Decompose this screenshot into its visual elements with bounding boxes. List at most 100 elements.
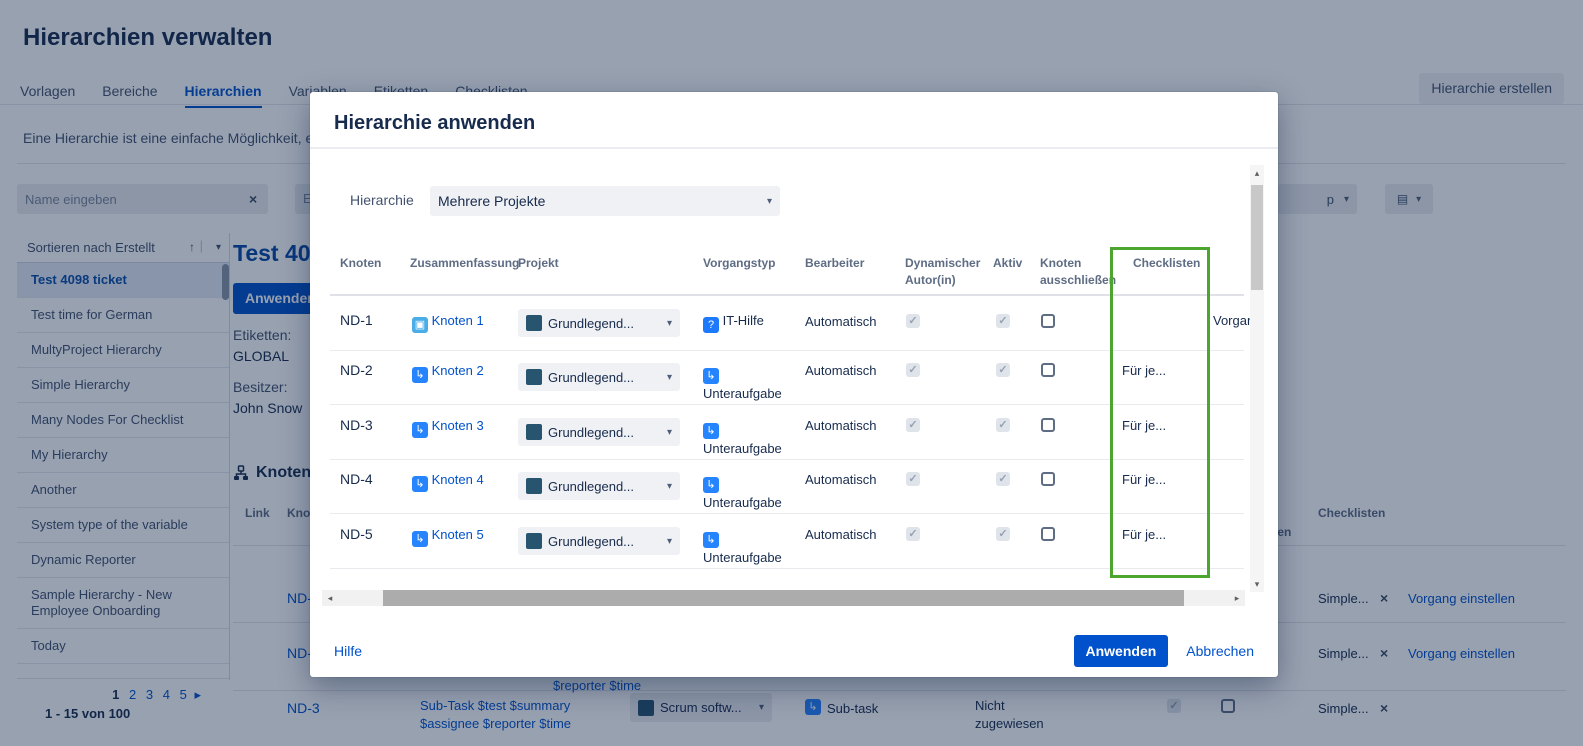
row-checklists: Für je... bbox=[1122, 418, 1166, 433]
project-avatar bbox=[526, 424, 542, 440]
horizontal-scrollbar[interactable]: ◂ ▸ bbox=[322, 590, 1245, 606]
active-checkbox[interactable]: ✓ bbox=[996, 363, 1010, 377]
row-project-select[interactable]: Grundlegend... ▾ bbox=[518, 418, 680, 446]
scrollbar-thumb[interactable] bbox=[383, 590, 1185, 606]
row-issuetype-label: Unteraufgabe bbox=[703, 495, 782, 510]
row-issuetype: ? IT-Hilfe bbox=[703, 312, 799, 333]
apply-hierarchy-modal: Hierarchie anwenden Hierarchie Mehrere P… bbox=[310, 92, 1278, 677]
row-summary: ↳ Knoten 3 bbox=[412, 417, 486, 438]
dynamic-author-checkbox[interactable]: ✓ bbox=[906, 363, 920, 377]
row-issuetype-label: Unteraufgabe bbox=[703, 550, 782, 565]
chevron-down-icon: ▾ bbox=[667, 536, 672, 547]
active-checkbox[interactable]: ✓ bbox=[996, 314, 1010, 328]
modal-header: Hierarchie anwenden bbox=[310, 92, 1278, 149]
row-summary-link[interactable]: Knoten 2 bbox=[432, 363, 484, 378]
subtask-type-icon: ↳ bbox=[412, 531, 428, 547]
scroll-down-icon[interactable]: ▾ bbox=[1250, 576, 1264, 592]
exclude-node-checkbox[interactable] bbox=[1041, 363, 1055, 377]
exclude-node-checkbox[interactable] bbox=[1041, 472, 1055, 486]
row-project-select[interactable]: Grundlegend... ▾ bbox=[518, 527, 680, 555]
row-checklists: Für je... bbox=[1122, 472, 1166, 487]
hierarchy-label: Hierarchie bbox=[350, 192, 414, 208]
row-key[interactable]: ND-3 bbox=[340, 417, 373, 433]
row-checklists: Für je... bbox=[1122, 363, 1166, 378]
exclude-node-checkbox[interactable] bbox=[1041, 527, 1055, 541]
col-exclude: Knoten ausschließen bbox=[1040, 255, 1124, 289]
dynamic-author-checkbox[interactable]: ✓ bbox=[906, 472, 920, 486]
modal-table-row: ND-4 ↳ Knoten 4 Grundlegend... ▾ ↳ Unter… bbox=[330, 459, 1244, 514]
row-issuetype-label: IT-Hilfe bbox=[723, 313, 764, 328]
row-summary: ↳ Knoten 5 bbox=[412, 526, 486, 547]
col-active: Aktiv bbox=[993, 255, 1022, 272]
row-issuetype: ↳ Unteraufgabe bbox=[703, 417, 787, 458]
modal-title: Hierarchie anwenden bbox=[334, 112, 535, 135]
active-checkbox[interactable]: ✓ bbox=[996, 472, 1010, 486]
row-summary-link[interactable]: Knoten 1 bbox=[432, 313, 484, 328]
app-window: Hierarchien verwalten Vorlagen Bereiche … bbox=[0, 0, 1583, 746]
row-assignee: Automatisch bbox=[805, 314, 877, 329]
row-key[interactable]: ND-2 bbox=[340, 362, 373, 378]
row-summary: ↳ Knoten 2 bbox=[412, 362, 486, 383]
row-checklists: Für je... bbox=[1122, 527, 1166, 542]
row-issuetype-label: Unteraufgabe bbox=[703, 386, 782, 401]
col-checklists: Checklisten bbox=[1133, 255, 1200, 272]
row-action-link[interactable]: Vorgang einstellen bbox=[1213, 313, 1251, 328]
row-summary: ▣ Knoten 1 bbox=[412, 312, 522, 333]
project-avatar bbox=[526, 533, 542, 549]
modal-table-row: ND-3 ↳ Knoten 3 Grundlegend... ▾ ↳ Unter… bbox=[330, 405, 1244, 460]
dynamic-author-checkbox[interactable]: ✓ bbox=[906, 418, 920, 432]
row-assignee: Automatisch bbox=[805, 363, 877, 378]
project-avatar bbox=[526, 369, 542, 385]
exclude-node-checkbox[interactable] bbox=[1041, 314, 1055, 328]
vertical-scrollbar[interactable]: ▴ ▾ bbox=[1250, 165, 1264, 592]
chevron-down-icon: ▾ bbox=[767, 196, 772, 207]
subtask-type-icon: ↳ bbox=[703, 532, 719, 548]
row-project-value: Grundlegend... bbox=[548, 316, 634, 331]
col-summary: Zusammenfassung bbox=[410, 255, 519, 272]
col-issuetype: Vorgangstyp bbox=[703, 255, 775, 272]
row-assignee: Automatisch bbox=[805, 418, 877, 433]
row-project-select[interactable]: Grundlegend... ▾ bbox=[518, 363, 680, 391]
subtask-type-icon: ↳ bbox=[412, 422, 428, 438]
subtask-type-icon: ↳ bbox=[703, 423, 719, 439]
dynamic-author-checkbox[interactable]: ✓ bbox=[906, 527, 920, 541]
row-key[interactable]: ND-4 bbox=[340, 471, 373, 487]
row-key[interactable]: ND-5 bbox=[340, 526, 373, 542]
row-project-select[interactable]: Grundlegend... ▾ bbox=[518, 472, 680, 500]
row-project-value: Grundlegend... bbox=[548, 479, 634, 494]
chevron-down-icon: ▾ bbox=[667, 318, 672, 329]
row-summary-link[interactable]: Knoten 3 bbox=[432, 418, 484, 433]
exclude-node-checkbox[interactable] bbox=[1041, 418, 1055, 432]
chevron-down-icon: ▾ bbox=[667, 372, 672, 383]
active-checkbox[interactable]: ✓ bbox=[996, 527, 1010, 541]
modal-cancel-button[interactable]: Abbrechen bbox=[1186, 643, 1254, 659]
row-summary-link[interactable]: Knoten 4 bbox=[432, 472, 484, 487]
modal-table-row: ND-1 ▣ Knoten 1 Grundlegend... ▾ ? IT-Hi… bbox=[330, 296, 1244, 351]
row-key[interactable]: ND-1 bbox=[340, 312, 373, 328]
modal-table-row: ND-5 ↳ Knoten 5 Grundlegend... ▾ ↳ Unter… bbox=[330, 514, 1244, 569]
subtask-type-icon: ↳ bbox=[412, 367, 428, 383]
scroll-left-icon[interactable]: ◂ bbox=[322, 590, 338, 606]
row-project-value: Grundlegend... bbox=[548, 370, 634, 385]
subtask-type-icon: ↳ bbox=[703, 368, 719, 384]
it-help-type-icon: ? bbox=[703, 317, 719, 333]
modal-apply-button[interactable]: Anwenden bbox=[1074, 635, 1169, 667]
scrollbar-thumb[interactable] bbox=[1251, 185, 1263, 290]
dynamic-author-checkbox[interactable]: ✓ bbox=[906, 314, 920, 328]
scrollbar-rail[interactable] bbox=[338, 590, 1229, 606]
row-assignee: Automatisch bbox=[805, 472, 877, 487]
chevron-down-icon: ▾ bbox=[667, 481, 672, 492]
hierarchy-select[interactable]: Mehrere Projekte ▾ bbox=[430, 186, 780, 216]
help-link[interactable]: Hilfe bbox=[334, 643, 362, 659]
modal-table-row: ND-2 ↳ Knoten 2 Grundlegend... ▾ ↳ Unter… bbox=[330, 350, 1244, 405]
col-dynamic-author: Dynamischer Autor(in) bbox=[905, 255, 987, 289]
modal-body: Hierarchie Mehrere Projekte ▾ Knoten Zus… bbox=[310, 151, 1278, 625]
row-summary-link[interactable]: Knoten 5 bbox=[432, 527, 484, 542]
active-checkbox[interactable]: ✓ bbox=[996, 418, 1010, 432]
row-summary: ↳ Knoten 4 bbox=[412, 471, 486, 492]
scroll-up-icon[interactable]: ▴ bbox=[1250, 165, 1264, 181]
scroll-right-icon[interactable]: ▸ bbox=[1229, 590, 1245, 606]
subtask-type-icon: ↳ bbox=[412, 476, 428, 492]
row-project-select[interactable]: Grundlegend... ▾ bbox=[518, 309, 680, 337]
row-issuetype: ↳ Unteraufgabe bbox=[703, 471, 787, 512]
